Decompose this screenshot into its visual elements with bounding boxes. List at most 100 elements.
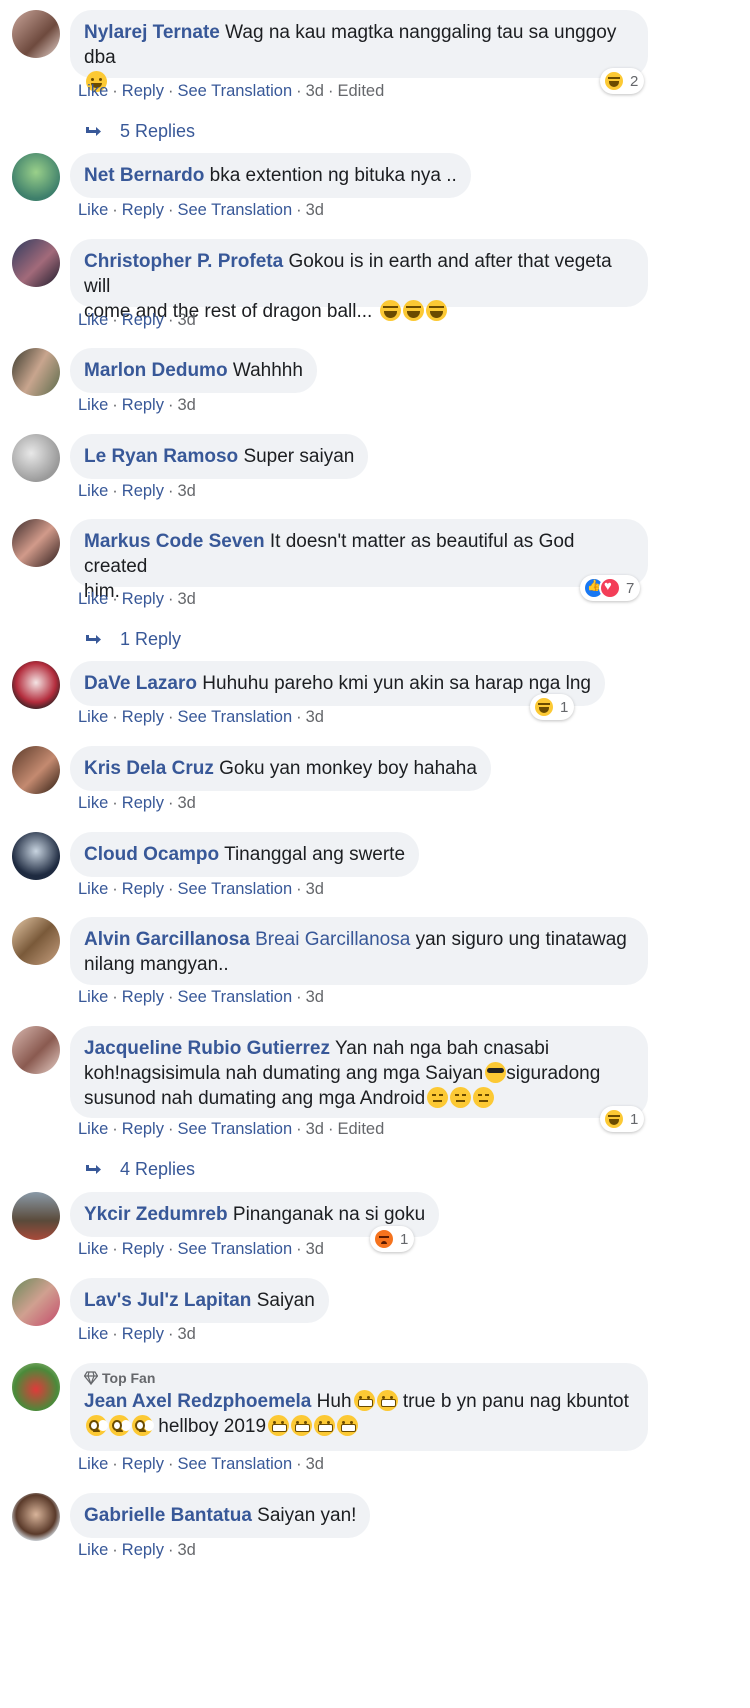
see-translation-button[interactable]: See Translation — [177, 1455, 292, 1473]
comment-time[interactable]: 3d — [306, 1455, 324, 1473]
reply-button[interactable]: Reply — [122, 1240, 164, 1258]
avatar[interactable] — [12, 746, 60, 794]
comment-author[interactable]: Gabrielle Bantatua — [84, 1505, 252, 1526]
comment-time[interactable]: 3d — [177, 590, 195, 608]
see-translation-button[interactable]: See Translation — [177, 708, 292, 726]
see-translation-button[interactable]: See Translation — [177, 988, 292, 1006]
edited-label[interactable]: Edited — [337, 1120, 384, 1138]
edited-label[interactable]: Edited — [337, 82, 384, 100]
comment-author[interactable]: Nylarej Ternate — [84, 22, 220, 43]
avatar[interactable] — [12, 832, 60, 880]
reply-button[interactable]: Reply — [122, 590, 164, 608]
like-button[interactable]: Like — [78, 590, 108, 608]
like-button[interactable]: Like — [78, 880, 108, 898]
see-translation-button[interactable]: See Translation — [177, 1240, 292, 1258]
comment-author[interactable]: Alvin Garcillanosa — [84, 929, 250, 950]
comment-author[interactable]: Lav's Jul'z Lapitan — [84, 1290, 251, 1311]
like-button[interactable]: Like — [78, 396, 108, 414]
reaction-summary[interactable]: 7 — [580, 575, 641, 601]
reaction-count: 1 — [630, 1110, 639, 1128]
see-translation-button[interactable]: See Translation — [177, 880, 292, 898]
reply-button[interactable]: Reply — [122, 708, 164, 726]
reaction-summary[interactable]: 1 — [530, 694, 575, 720]
comment-time[interactable]: 3d — [306, 708, 324, 726]
see-translation-button[interactable]: See Translation — [177, 82, 292, 100]
reply-button[interactable]: Reply — [122, 1541, 164, 1559]
reply-button[interactable]: Reply — [122, 311, 164, 329]
comment-time[interactable]: 3d — [306, 880, 324, 898]
sunglasses-emoji-icon — [485, 1062, 507, 1083]
like-button[interactable]: Like — [78, 1325, 108, 1343]
comment-author[interactable]: Ykcir Zedumreb — [84, 1204, 228, 1225]
comment-author[interactable]: Marlon Dedumo — [84, 360, 228, 381]
avatar[interactable] — [12, 1026, 60, 1074]
avatar[interactable] — [12, 153, 60, 201]
comment-author[interactable]: DaVe Lazaro — [84, 673, 197, 694]
comment-time[interactable]: 3d — [306, 988, 324, 1006]
reply-button[interactable]: Reply — [122, 1455, 164, 1473]
view-replies-link[interactable]: 4 Replies — [84, 1159, 195, 1180]
avatar[interactable] — [12, 434, 60, 482]
mention-link[interactable]: Breai Garcillanosa — [255, 929, 410, 950]
see-translation-button[interactable]: See Translation — [177, 1120, 292, 1138]
avatar[interactable] — [12, 239, 60, 287]
comment-author[interactable]: Net Bernardo — [84, 165, 204, 186]
reply-button[interactable]: Reply — [122, 794, 164, 812]
reaction-summary[interactable]: 1 — [370, 1226, 415, 1252]
comment-time[interactable]: 3d — [177, 794, 195, 812]
like-button[interactable]: Like — [78, 708, 108, 726]
comment-actions: Like · Reply · 3d — [78, 311, 196, 330]
comment-actions: Like · Reply · See Translation · 3d · Edited — [78, 1120, 384, 1139]
like-button[interactable]: Like — [78, 1240, 108, 1258]
comment-author[interactable]: Jean Axel Redzphoemela — [84, 1391, 311, 1412]
view-replies-link[interactable]: 5 Replies — [84, 121, 195, 142]
comment-time[interactable]: 3d — [306, 201, 324, 219]
like-button[interactable]: Like — [78, 311, 108, 329]
avatar[interactable] — [12, 661, 60, 709]
avatar[interactable] — [12, 10, 60, 58]
like-button[interactable]: Like — [78, 1120, 108, 1138]
comment-author[interactable]: Cloud Ocampo — [84, 844, 219, 865]
comment-author[interactable]: Christopher P. Profeta — [84, 251, 283, 272]
comment-text: Saiyan — [256, 1290, 315, 1311]
reply-button[interactable]: Reply — [122, 396, 164, 414]
reply-button[interactable]: Reply — [122, 482, 164, 500]
avatar[interactable] — [12, 519, 60, 567]
avatar[interactable] — [12, 1363, 60, 1411]
avatar[interactable] — [12, 1278, 60, 1326]
comment-time[interactable]: 3d — [177, 1541, 195, 1559]
avatar[interactable] — [12, 917, 60, 965]
comment-author[interactable]: Kris Dela Cruz — [84, 758, 214, 779]
like-button[interactable]: Like — [78, 1455, 108, 1473]
comment-author[interactable]: Le Ryan Ramoso — [84, 446, 238, 467]
avatar[interactable] — [12, 1192, 60, 1240]
comment-time[interactable]: 3d — [177, 311, 195, 329]
comment-time[interactable]: 3d — [177, 1325, 195, 1343]
reply-button[interactable]: Reply — [122, 82, 164, 100]
see-translation-button[interactable]: See Translation — [177, 201, 292, 219]
reply-button[interactable]: Reply — [122, 988, 164, 1006]
comment-author[interactable]: Jacqueline Rubio Gutierrez — [84, 1038, 330, 1059]
comment-time[interactable]: 3d — [177, 396, 195, 414]
comment-actions: Like · Reply · 3d — [78, 1325, 196, 1344]
comment-time[interactable]: 3d — [306, 1240, 324, 1258]
avatar[interactable] — [12, 1493, 60, 1541]
like-button[interactable]: Like — [78, 201, 108, 219]
like-button[interactable]: Like — [78, 1541, 108, 1559]
reaction-summary[interactable]: 2 — [600, 68, 645, 94]
reply-button[interactable]: Reply — [122, 1325, 164, 1343]
comment-time[interactable]: 3d — [306, 1120, 324, 1138]
reply-button[interactable]: Reply — [122, 1120, 164, 1138]
like-button[interactable]: Like — [78, 794, 108, 812]
avatar[interactable] — [12, 348, 60, 396]
view-replies-link[interactable]: 1 Reply — [84, 629, 181, 650]
comment-author[interactable]: Markus Code Seven — [84, 531, 265, 552]
like-button[interactable]: Like — [78, 482, 108, 500]
comment-time[interactable]: 3d — [177, 482, 195, 500]
reply-button[interactable]: Reply — [122, 880, 164, 898]
reply-button[interactable]: Reply — [122, 201, 164, 219]
like-button[interactable]: Like — [78, 988, 108, 1006]
like-button[interactable]: Like — [78, 82, 108, 100]
reaction-summary[interactable]: 1 — [600, 1106, 645, 1132]
comment-time[interactable]: 3d — [306, 82, 324, 100]
